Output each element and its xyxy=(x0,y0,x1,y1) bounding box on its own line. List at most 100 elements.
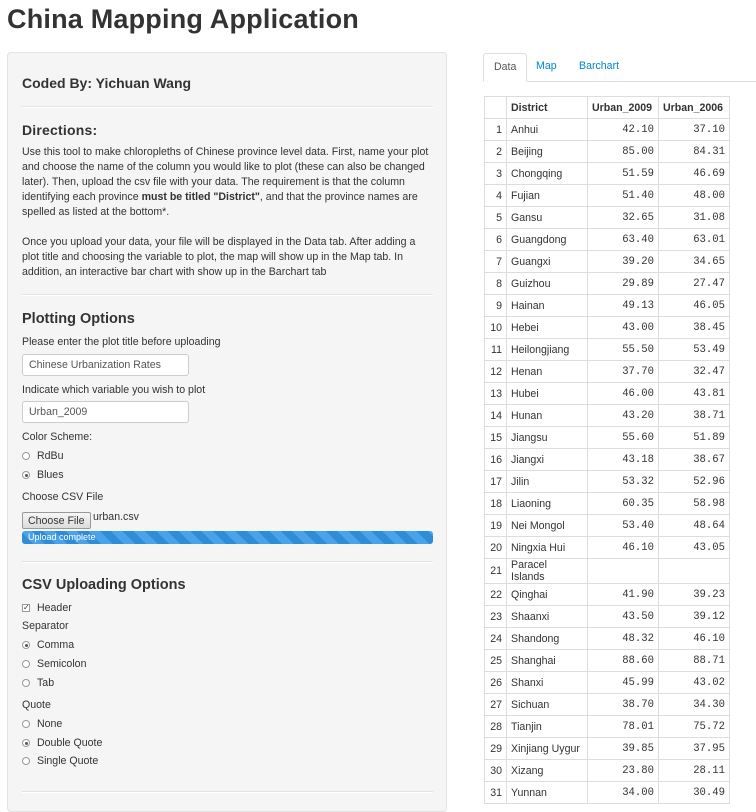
table-row: 31 Yunnan 34.00 30.49 xyxy=(484,781,730,804)
radio-icon[interactable] xyxy=(22,757,30,765)
tab-data[interactable]: Data xyxy=(483,53,528,82)
row-index-cell: 9 xyxy=(484,294,507,317)
urban-2006-cell xyxy=(658,558,730,584)
district-cell: Chongqing xyxy=(506,162,588,185)
row-index-cell: 24 xyxy=(484,627,507,650)
radio-icon[interactable] xyxy=(22,679,30,687)
district-cell: Jiangxi xyxy=(506,448,588,471)
separator-option-semicolon[interactable]: Semicolon xyxy=(22,658,86,670)
coded-by: Coded By: Yichuan Wang xyxy=(22,75,192,91)
row-index-cell: 5 xyxy=(484,206,507,229)
row-index-cell: 29 xyxy=(484,737,507,760)
radio-selected-icon[interactable] xyxy=(22,471,30,479)
table-row: 22 Qinghai 41.90 39.23 xyxy=(484,583,730,606)
urban-2006-cell: 58.98 xyxy=(658,492,730,515)
radio-icon[interactable] xyxy=(22,720,30,728)
urban-2006-cell: 43.05 xyxy=(658,536,730,559)
table-row: 23 Shaanxi 43.50 39.12 xyxy=(484,605,730,628)
table-row: 26 Shanxi 45.99 43.02 xyxy=(484,671,730,694)
row-index-cell: 8 xyxy=(484,272,507,295)
urban-2009-cell: 38.70 xyxy=(587,693,659,716)
urban-2006-cell: 48.00 xyxy=(658,184,730,207)
district-cell: Jilin xyxy=(506,470,588,493)
row-index-cell: 22 xyxy=(484,583,507,606)
table-row: 21 Paracel Islands xyxy=(484,558,730,584)
urban-2009-cell: 46.10 xyxy=(587,536,659,559)
choose-file-button[interactable]: Choose File xyxy=(22,512,91,529)
row-index-cell: 30 xyxy=(484,759,507,782)
row-index-cell: 18 xyxy=(484,492,507,515)
urban-2009-cell: 43.50 xyxy=(587,605,659,628)
tab-map[interactable]: Map xyxy=(526,53,567,81)
urban-2009-cell: 29.89 xyxy=(587,272,659,295)
table-row: 27 Sichuan 38.70 34.30 xyxy=(484,693,730,716)
urban-2009-cell: 39.85 xyxy=(587,737,659,760)
district-cell: Xinjiang Uygur xyxy=(506,737,588,760)
urban-2006-cell: 53.49 xyxy=(658,338,730,361)
color-option-blues[interactable]: Blues xyxy=(22,469,64,481)
choose-csv-label: Choose CSV File xyxy=(22,491,104,503)
header-checkbox[interactable]: ✓ Header xyxy=(22,602,72,614)
table-header-row: District Urban_2009 Urban_2006 xyxy=(484,96,730,119)
row-index-cell: 26 xyxy=(484,671,507,694)
urban-2006-cell: 84.31 xyxy=(658,140,730,163)
urban-2006-cell: 39.23 xyxy=(658,583,730,606)
table-row: 25 Shanghai 88.60 88.71 xyxy=(484,649,730,672)
radio-selected-icon[interactable] xyxy=(22,641,30,649)
quote-option-double[interactable]: Double Quote xyxy=(22,737,102,749)
radio-selected-icon[interactable] xyxy=(22,739,30,747)
row-index-cell: 16 xyxy=(484,448,507,471)
urban-2009-cell: 45.99 xyxy=(587,671,659,694)
sidebar-panel: Coded By: Yichuan Wang Directions: Use t… xyxy=(7,52,447,812)
column-header-index xyxy=(484,96,507,119)
row-index-cell: 23 xyxy=(484,605,507,628)
directions-paragraph-2: Once you upload your data, your file wil… xyxy=(22,236,416,278)
quote-option-none[interactable]: None xyxy=(22,718,62,730)
variable-input[interactable] xyxy=(22,401,189,423)
table-row: 2 Beijing 85.00 84.31 xyxy=(484,140,730,163)
quote-option-single[interactable]: Single Quote xyxy=(22,755,98,767)
separator-option-tab[interactable]: Tab xyxy=(22,677,54,689)
urban-2009-cell: 41.90 xyxy=(587,583,659,606)
urban-2006-cell: 39.12 xyxy=(658,605,730,628)
urban-2006-cell: 46.10 xyxy=(658,627,730,650)
plot-title-input[interactable] xyxy=(22,354,189,376)
separator-option-comma[interactable]: Comma xyxy=(22,639,74,651)
table-row: 6 Guangdong 63.40 63.01 xyxy=(484,228,730,251)
district-cell: Shandong xyxy=(506,627,588,650)
table-row: 8 Guizhou 29.89 27.47 xyxy=(484,272,730,295)
row-index-cell: 4 xyxy=(484,184,507,207)
district-cell: Guangxi xyxy=(506,250,588,273)
urban-2006-cell: 32.47 xyxy=(658,360,730,383)
district-cell: Tianjin xyxy=(506,715,588,738)
table-row: 20 Ningxia Hui 46.10 43.05 xyxy=(484,536,730,559)
row-index-cell: 19 xyxy=(484,514,507,537)
tab-barchart[interactable]: Barchart xyxy=(569,53,629,81)
divider xyxy=(22,294,433,296)
urban-2006-cell: 30.49 xyxy=(658,781,730,804)
urban-2009-cell: 32.65 xyxy=(587,206,659,229)
urban-2006-cell: 63.01 xyxy=(658,228,730,251)
radio-icon[interactable] xyxy=(22,452,30,460)
table-row: 13 Hubei 46.00 43.81 xyxy=(484,382,730,405)
district-cell: Fujian xyxy=(506,184,588,207)
checkbox-checked-icon[interactable]: ✓ xyxy=(22,604,30,612)
color-option-rdbu[interactable]: RdBu xyxy=(22,450,64,462)
column-header-urban-2006: Urban_2006 xyxy=(658,96,730,119)
district-cell: Guizhou xyxy=(506,272,588,295)
table-row: 4 Fujian 51.40 48.00 xyxy=(484,184,730,207)
table-row: 24 Shandong 48.32 46.10 xyxy=(484,627,730,650)
radio-icon[interactable] xyxy=(22,660,30,668)
district-cell: Sichuan xyxy=(506,693,588,716)
row-index-cell: 14 xyxy=(484,404,507,427)
urban-2006-cell: 51.89 xyxy=(658,426,730,449)
urban-2009-cell: 43.00 xyxy=(587,316,659,339)
district-cell: Guangdong xyxy=(506,228,588,251)
district-cell: Hubei xyxy=(506,382,588,405)
urban-2009-cell: 53.40 xyxy=(587,514,659,537)
urban-2006-cell: 31.08 xyxy=(658,206,730,229)
row-index-cell: 20 xyxy=(484,536,507,559)
urban-2009-cell: 34.00 xyxy=(587,781,659,804)
urban-2006-cell: 34.30 xyxy=(658,693,730,716)
column-header-urban-2009: Urban_2009 xyxy=(587,96,659,119)
